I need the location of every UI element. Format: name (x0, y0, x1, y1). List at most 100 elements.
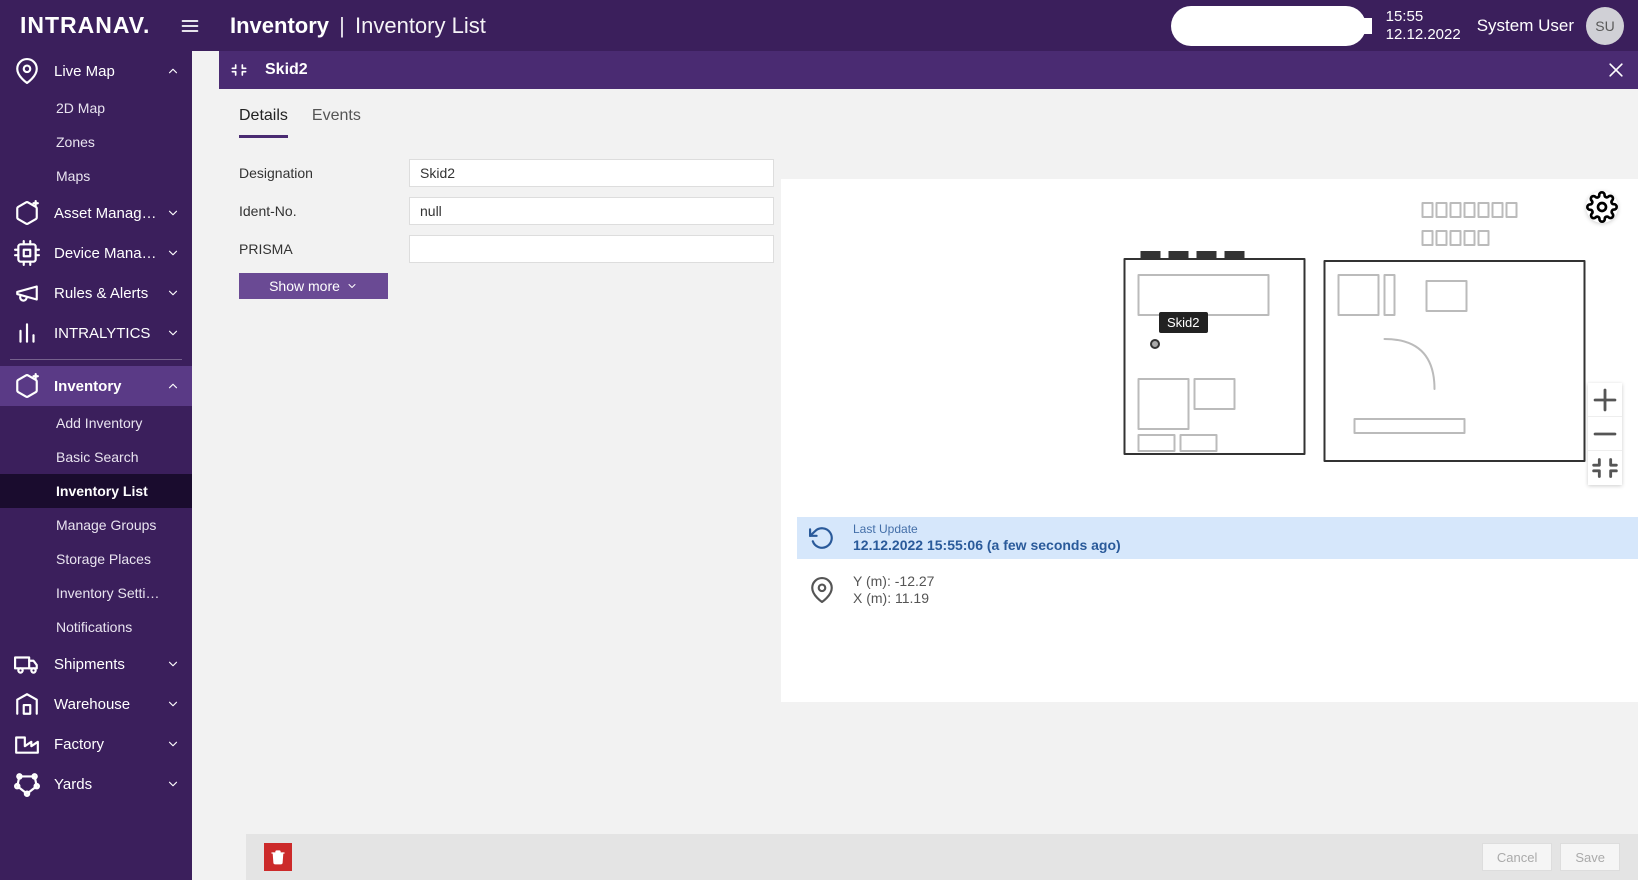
detail-tabs: Details Events (219, 89, 1638, 138)
sidebar-item-yards[interactable]: Yards (0, 764, 192, 804)
zoom-out-button[interactable] (1588, 417, 1622, 451)
chevron-down-icon (346, 280, 358, 292)
sidebar-item-intralytics[interactable]: INTRALYTICS (0, 313, 192, 353)
sidebar-item-basic-search[interactable]: Basic Search (0, 440, 192, 474)
map-pin-icon (14, 58, 40, 84)
sidebar-item-notifications[interactable]: Notifications (0, 610, 192, 644)
sidebar-item-rules-alerts[interactable]: Rules & Alerts (0, 273, 192, 313)
sidebar-item-add-inventory[interactable]: Add Inventory (0, 406, 192, 440)
zoom-in-button[interactable] (1588, 383, 1622, 417)
identno-label: Ident-No. (239, 203, 409, 219)
cancel-button[interactable]: Cancel (1482, 843, 1552, 871)
sidebar-item-factory[interactable]: Factory (0, 724, 192, 764)
last-update-label: Last Update (853, 522, 1121, 537)
sidebar-item-label: Device Mana… (54, 245, 157, 262)
map-panel: Skid2 Last Update 12.12.2022 15:55:06 (a… (781, 179, 1638, 702)
sidebar-item-zones[interactable]: Zones (0, 125, 192, 159)
truck-icon (14, 651, 40, 677)
sidebar-item-label: Inventory (54, 378, 122, 395)
global-search[interactable] (1171, 6, 1366, 46)
fit-icon (1588, 451, 1622, 485)
sidebar-item-device-mana-[interactable]: Device Mana… (0, 233, 192, 273)
clock: 15:55 12.12.2022 (1386, 8, 1461, 43)
detail-title: Skid2 (265, 61, 308, 79)
detail-form: Designation Ident-No. PRISMA Show more (239, 159, 774, 299)
sidebar-item-inventory-list[interactable]: Inventory List (0, 474, 192, 508)
sidebar-item-shipments[interactable]: Shipments (0, 644, 192, 684)
prisma-label: PRISMA (239, 241, 409, 257)
floorplan-icon (781, 179, 1638, 517)
refresh-icon (809, 525, 835, 551)
menu-toggle[interactable] (170, 0, 210, 51)
sidebar-item-label: Live Map (54, 63, 115, 80)
sidebar-item-label: Asset Manag… (54, 205, 157, 222)
zoom-controls (1588, 383, 1622, 485)
location-icon (809, 577, 835, 603)
last-update-row: Last Update 12.12.2022 15:55:06 (a few s… (797, 517, 1638, 559)
hamburger-icon (180, 16, 200, 36)
gear-icon (1586, 191, 1618, 223)
brand-logo: INTRANAV. (0, 12, 170, 39)
cube-plus-icon (14, 200, 40, 226)
sidebar-item-manage-groups[interactable]: Manage Groups (0, 508, 192, 542)
coord-y: Y (m): -12.27 (853, 573, 934, 591)
show-more-button[interactable]: Show more (239, 273, 388, 299)
map-canvas[interactable]: Skid2 (781, 179, 1638, 517)
sidebar-item-label: Warehouse (54, 696, 130, 713)
cpu-icon (14, 240, 40, 266)
chevron-down-icon (166, 326, 180, 340)
chevron-up-icon (166, 64, 180, 78)
sidebar-item-inventory[interactable]: Inventory (0, 366, 192, 406)
save-button[interactable]: Save (1560, 843, 1620, 871)
user-name: System User (1477, 16, 1574, 36)
map-settings-button[interactable] (1586, 191, 1618, 223)
designation-label: Designation (239, 165, 409, 181)
map-marker-label: Skid2 (1159, 312, 1208, 333)
factory-icon (14, 731, 40, 757)
sidebar-item-storage-places[interactable]: Storage Places (0, 542, 192, 576)
tab-events[interactable]: Events (312, 107, 361, 138)
collapse-icon[interactable] (229, 60, 249, 80)
breadcrumb-page: Inventory List (355, 13, 486, 38)
delete-button[interactable] (264, 843, 292, 871)
chevron-down-icon (166, 246, 180, 260)
close-icon[interactable] (1606, 60, 1626, 80)
sidebar-item-inventory-setti-[interactable]: Inventory Setti… (0, 576, 192, 610)
chevron-down-icon (166, 777, 180, 791)
bar-chart-icon (14, 320, 40, 346)
designation-input[interactable] (409, 159, 774, 187)
plus-icon (1588, 383, 1622, 417)
sidebar-item-warehouse[interactable]: Warehouse (0, 684, 192, 724)
avatar[interactable]: SU (1586, 7, 1624, 45)
minus-icon (1588, 417, 1622, 451)
sidebar-item-label: Rules & Alerts (54, 285, 148, 302)
chevron-down-icon (166, 206, 180, 220)
coord-x: X (m): 11.19 (853, 590, 934, 608)
chevron-up-icon (166, 379, 180, 393)
sidebar: Live Map 2D MapZonesMaps Asset Manag… Devic… (0, 51, 192, 880)
megaphone-icon (14, 280, 40, 306)
clock-time: 15:55 (1386, 8, 1461, 25)
map-marker-dot (1150, 339, 1160, 349)
sidebar-item-live-map[interactable]: Live Map (0, 51, 192, 91)
sidebar-item-maps[interactable]: Maps (0, 159, 192, 193)
sidebar-item-asset-manag-[interactable]: Asset Manag… (0, 193, 192, 233)
cube-plus-icon (14, 373, 40, 399)
coords-row: Y (m): -12.27 X (m): 11.19 (797, 569, 1638, 611)
breadcrumb-section: Inventory (230, 13, 329, 38)
search-input[interactable] (1191, 18, 1372, 34)
polygon-icon (14, 771, 40, 797)
breadcrumb: Inventory | Inventory List (230, 13, 486, 39)
chevron-down-icon (166, 657, 180, 671)
sidebar-item-label: Shipments (54, 656, 125, 673)
prisma-input[interactable] (409, 235, 774, 263)
sidebar-item-2d-map[interactable]: 2D Map (0, 91, 192, 125)
detail-header: Skid2 (219, 51, 1638, 89)
chevron-down-icon (166, 737, 180, 751)
detail-footer: Cancel Save (246, 834, 1638, 880)
zoom-fit-button[interactable] (1588, 451, 1622, 485)
identno-input[interactable] (409, 197, 774, 225)
sidebar-item-label: Yards (54, 776, 92, 793)
chevron-down-icon (166, 286, 180, 300)
tab-details[interactable]: Details (239, 107, 288, 138)
